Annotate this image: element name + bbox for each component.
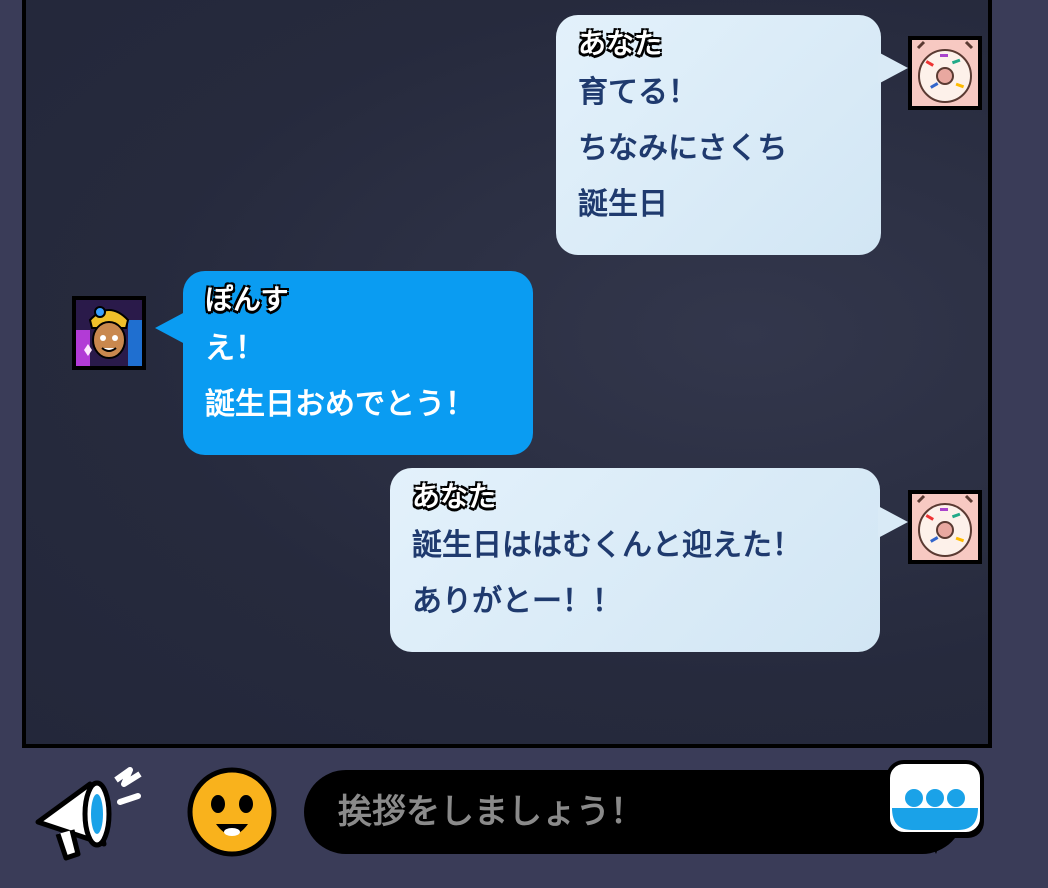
bubble-tail	[155, 312, 185, 344]
send-button[interactable]	[882, 758, 992, 868]
megaphone-button[interactable]	[30, 762, 150, 862]
message-bubble-self: あなた 育てる！ ちなみにさくち 誕生日	[556, 15, 881, 255]
bubble-tail	[878, 506, 908, 538]
chat-panel[interactable]: あなた 育てる！ ちなみにさくち 誕生日 ぽんす え！ 誕生日おめでとう！ あな…	[22, 0, 992, 748]
message-sender: あなた	[412, 480, 497, 513]
message-sender: あなた	[578, 27, 663, 60]
self-avatar[interactable]	[908, 490, 982, 564]
chat-input-bar: 挨拶をしましょう！	[0, 750, 1048, 888]
send-chat-icon	[886, 760, 984, 854]
other-avatar[interactable]	[72, 296, 146, 370]
megaphone-icon	[35, 767, 142, 861]
donut-avatar-icon	[912, 40, 978, 106]
message-line: 誕生日	[578, 187, 668, 222]
chat-input[interactable]: 挨拶をしましょう！	[304, 770, 964, 854]
message-line: え！	[205, 331, 265, 366]
message-line: 誕生日ははむくんと迎えた！	[412, 528, 802, 563]
emoji-face-icon	[187, 767, 277, 857]
self-avatar[interactable]	[908, 36, 982, 110]
message-line: 誕生日おめでとう！	[205, 387, 475, 422]
message-bubble-other: ぽんす え！ 誕生日おめでとう！	[183, 271, 533, 455]
character-avatar-icon	[76, 300, 142, 366]
donut-avatar-icon	[912, 494, 978, 560]
bubble-tail	[878, 52, 908, 84]
emoji-button[interactable]	[186, 766, 278, 858]
message-sender: ぽんす	[205, 283, 289, 316]
chat-input-placeholder: 挨拶をしましょう！	[338, 792, 644, 832]
message-line: ちなみにさくち	[578, 131, 788, 166]
message-line: 育てる！	[578, 75, 698, 110]
message-line: ありがとー！！	[412, 584, 622, 619]
message-bubble-self: あなた 誕生日ははむくんと迎えた！ ありがとー！！	[390, 468, 880, 652]
